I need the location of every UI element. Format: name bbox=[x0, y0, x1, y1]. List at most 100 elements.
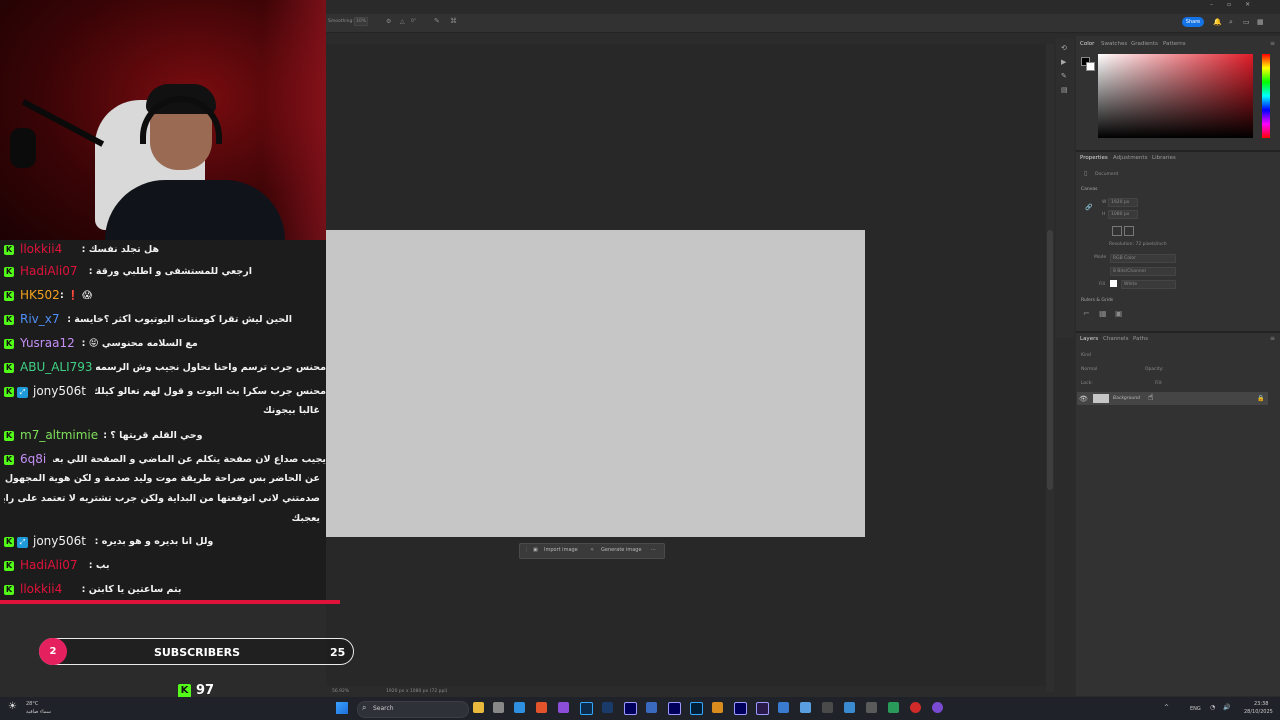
vscode-icon[interactable] bbox=[514, 702, 525, 713]
search-icon[interactable]: ⌕ bbox=[1229, 18, 1233, 27]
gear-icon[interactable]: ⚙ bbox=[386, 18, 391, 25]
premiere-icon[interactable] bbox=[734, 702, 747, 715]
tab-properties[interactable]: Properties bbox=[1080, 155, 1108, 161]
chat-username[interactable]: HK502 bbox=[20, 288, 60, 302]
link-icon[interactable]: 🔗 bbox=[1085, 204, 1092, 211]
tab-layers[interactable]: Layers bbox=[1080, 336, 1098, 342]
file-explorer-icon[interactable] bbox=[473, 702, 484, 713]
background-swatch[interactable] bbox=[1086, 62, 1095, 71]
share-button[interactable]: Share bbox=[1182, 17, 1204, 27]
generate-image-button[interactable]: Generate image bbox=[601, 547, 642, 553]
app-icon[interactable] bbox=[822, 702, 833, 713]
drag-handle-icon[interactable]: ⋮ bbox=[524, 547, 529, 553]
chat-username[interactable]: HadiAli07 bbox=[20, 264, 77, 278]
chat-username[interactable]: llokkii4 bbox=[20, 242, 62, 256]
app-icon[interactable] bbox=[646, 702, 657, 713]
width-field[interactable]: 1920 px bbox=[1108, 198, 1138, 207]
weather-temp[interactable]: 28°C bbox=[26, 701, 38, 707]
app-icon[interactable] bbox=[844, 702, 855, 713]
angle-value[interactable]: 0° bbox=[411, 19, 416, 24]
layer-lock-icon[interactable]: 🔒 bbox=[1257, 395, 1264, 402]
chat-username[interactable]: Yusraa12 bbox=[20, 336, 75, 350]
tab-gradients[interactable]: Gradients bbox=[1131, 41, 1158, 47]
after-effects-icon[interactable] bbox=[624, 702, 637, 715]
zoom-level[interactable]: 56.92% bbox=[332, 689, 349, 694]
chat-username[interactable]: ABU_ALI793 bbox=[20, 360, 93, 374]
chat-username[interactable]: HadiAli07 bbox=[20, 558, 77, 572]
canvas-section[interactable]: Canvas bbox=[1081, 187, 1098, 192]
vertical-scroll-thumb[interactable] bbox=[1047, 230, 1053, 490]
more-button[interactable]: ··· bbox=[651, 547, 656, 553]
brave-icon[interactable] bbox=[536, 702, 547, 713]
blender-icon[interactable] bbox=[712, 702, 723, 713]
workspace-icon[interactable]: ▭ bbox=[1243, 18, 1250, 26]
orientation-portrait-icon[interactable] bbox=[1112, 226, 1122, 236]
tab-libraries[interactable]: Libraries bbox=[1152, 155, 1176, 161]
visual-studio-icon[interactable] bbox=[558, 702, 569, 713]
store-icon[interactable] bbox=[493, 702, 504, 713]
layer-filter-kind[interactable]: Kind bbox=[1081, 353, 1091, 358]
windows-start-icon[interactable] bbox=[336, 702, 348, 714]
tab-patterns[interactable]: Patterns bbox=[1163, 41, 1186, 47]
app-icon[interactable] bbox=[866, 702, 877, 713]
pressure-icon[interactable]: ✎ bbox=[434, 17, 440, 25]
chat-username[interactable]: m7_altmimie bbox=[20, 428, 98, 442]
wifi-icon[interactable]: ◔ bbox=[1210, 704, 1215, 711]
hue-slider[interactable] bbox=[1262, 54, 1270, 138]
clock-time[interactable]: 23:38 bbox=[1254, 701, 1268, 707]
chat-username[interactable]: jony506t bbox=[33, 384, 86, 398]
mode-select[interactable]: RGB Color bbox=[1110, 254, 1176, 263]
arrange-icon[interactable]: ▦ bbox=[1257, 18, 1264, 26]
volume-icon[interactable]: 🔊 bbox=[1223, 704, 1230, 711]
app-icon[interactable] bbox=[932, 702, 943, 713]
tab-color[interactable]: Color bbox=[1080, 41, 1094, 47]
chat-username[interactable]: Riv_x7 bbox=[20, 312, 60, 326]
photoshop-icon[interactable] bbox=[580, 702, 593, 715]
symmetry-icon[interactable]: ⌘ bbox=[450, 17, 457, 25]
clock-date[interactable]: 28/10/2025 bbox=[1244, 709, 1273, 715]
orientation-landscape-icon[interactable] bbox=[1124, 226, 1134, 236]
bell-icon[interactable]: 🔔 bbox=[1213, 18, 1222, 26]
opera-icon[interactable] bbox=[910, 702, 921, 713]
app-icon[interactable] bbox=[888, 702, 899, 713]
guides-icon[interactable]: ▣ bbox=[1115, 309, 1123, 318]
history-icon[interactable]: ⟲ bbox=[1061, 44, 1067, 52]
fill-select[interactable]: White bbox=[1121, 280, 1176, 289]
chat-username[interactable]: llokkii4 bbox=[20, 582, 62, 596]
tab-channels[interactable]: Channels bbox=[1103, 336, 1128, 342]
chat-username[interactable]: jony506t bbox=[33, 534, 86, 548]
comment-icon[interactable]: ▤ bbox=[1061, 86, 1068, 94]
height-field[interactable]: 1080 px bbox=[1108, 210, 1138, 219]
app-icon[interactable] bbox=[778, 702, 789, 713]
media-encoder-icon[interactable] bbox=[756, 702, 769, 715]
smoothing-input[interactable]: 10% bbox=[354, 17, 368, 26]
layers-menu-icon[interactable]: ≡ bbox=[1270, 335, 1275, 342]
app-icon[interactable] bbox=[800, 702, 811, 713]
weather-desc[interactable]: سماء صافية bbox=[26, 709, 51, 715]
blend-mode-select[interactable]: Normal bbox=[1081, 367, 1097, 372]
app-icon[interactable] bbox=[602, 702, 613, 713]
import-image-button[interactable]: Import image bbox=[544, 547, 578, 553]
grid-icon[interactable]: ▦ bbox=[1099, 309, 1107, 318]
visibility-eye-icon[interactable]: 👁 bbox=[1079, 395, 1088, 403]
tray-chevron-icon[interactable]: ^ bbox=[1164, 704, 1169, 711]
play-icon[interactable]: ▶ bbox=[1061, 58, 1066, 66]
tab-swatches[interactable]: Swatches bbox=[1101, 41, 1127, 47]
language-indicator[interactable]: ENG bbox=[1190, 706, 1201, 712]
adobe-app-icon[interactable] bbox=[690, 702, 703, 715]
depth-select[interactable]: 8 Bits/Channel bbox=[1110, 267, 1176, 276]
after-effects-icon[interactable] bbox=[668, 702, 681, 715]
layer-name[interactable]: Background bbox=[1113, 396, 1140, 401]
angle-icon[interactable]: △ bbox=[400, 18, 405, 25]
ruler-icon[interactable]: ⌐ bbox=[1083, 309, 1090, 318]
chat-username[interactable]: 6q8i bbox=[20, 452, 46, 466]
fill-swatch[interactable] bbox=[1110, 280, 1117, 287]
rulers-section[interactable]: Rulers & Grids bbox=[1081, 298, 1113, 303]
tab-paths[interactable]: Paths bbox=[1133, 336, 1148, 342]
brush-settings-icon[interactable]: ✎ bbox=[1061, 72, 1067, 80]
weather-icon[interactable]: ☀ bbox=[8, 701, 17, 712]
document-canvas[interactable] bbox=[326, 230, 865, 537]
color-picker-shade[interactable] bbox=[1098, 54, 1253, 138]
tab-adjustments[interactable]: Adjustments bbox=[1113, 155, 1147, 161]
panel-menu-icon[interactable]: ≡ bbox=[1270, 40, 1275, 47]
